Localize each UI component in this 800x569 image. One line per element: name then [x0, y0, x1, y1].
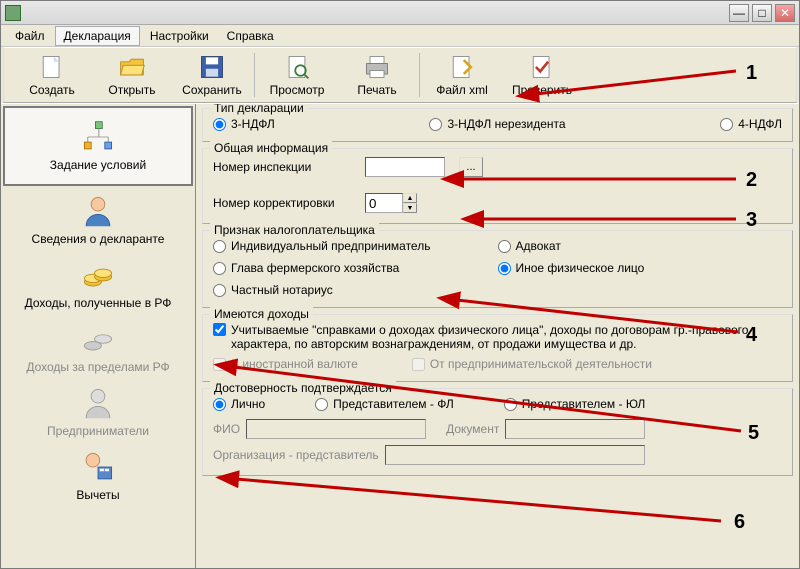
toolbar-xml[interactable]: Файл xml [422, 50, 502, 100]
open-icon [118, 53, 146, 81]
titlebar: — □ ✕ [1, 1, 799, 25]
group-legend: Имеются доходы [210, 307, 313, 321]
inspection-label: Номер инспекции [213, 160, 351, 174]
sidebar-label: Сведения о декларанте [32, 232, 165, 246]
sidebar: Задание условий Сведения о декларанте До… [1, 104, 196, 568]
preview-icon [283, 53, 311, 81]
sidebar-label: Предприниматели [47, 424, 149, 438]
check-foreign-currency[interactable]: В иностранной валюте [213, 357, 358, 371]
menu-declaration[interactable]: Декларация [55, 26, 140, 46]
group-legend: Признак налогоплательщика [210, 223, 379, 237]
tree-icon [81, 120, 115, 154]
group-legend: Общая информация [210, 141, 332, 155]
check-income-certificates[interactable]: Учитываемые "справками о доходах физичес… [213, 323, 782, 351]
menu-settings[interactable]: Настройки [142, 27, 217, 45]
toolbar-preview-label: Просмотр [270, 83, 325, 97]
sidebar-label: Доходы, полученные в РФ [25, 296, 172, 310]
group-legend: Тип декларации [210, 104, 308, 115]
print-icon [363, 53, 391, 81]
sidebar-label: Доходы за пределами РФ [26, 360, 169, 374]
xml-icon [448, 53, 476, 81]
toolbar-open[interactable]: Открыть [92, 50, 172, 100]
toolbar-save-label: Сохранить [182, 83, 242, 97]
spinner-down[interactable]: ▼ [403, 203, 417, 213]
sidebar-income-rf[interactable]: Доходы, полученные в РФ [1, 252, 195, 316]
radio-4ndfl[interactable]: 4-НДФЛ [720, 117, 782, 131]
group-legend: Достоверность подтверждается [210, 381, 396, 395]
toolbar: Создать Открыть Сохранить Просмотр Печат… [3, 47, 797, 103]
group-taxpayer: Признак налогоплательщика Индивидуальный… [202, 230, 793, 308]
sidebar-income-foreign[interactable]: Доходы за пределами РФ [1, 316, 195, 380]
correction-input[interactable] [365, 193, 403, 213]
toolbar-print[interactable]: Печать [337, 50, 417, 100]
sidebar-label: Вычеты [76, 488, 119, 502]
doc-label: Документ [446, 422, 499, 436]
close-button[interactable]: ✕ [775, 4, 795, 22]
toolbar-print-label: Печать [357, 83, 396, 97]
radio-self[interactable]: Лично [213, 397, 265, 411]
menu-file[interactable]: Файл [7, 27, 53, 45]
main-panel: Тип декларации 3-НДФЛ 3-НДФЛ нерезидента… [196, 104, 799, 568]
sidebar-deductions[interactable]: Вычеты [1, 444, 195, 508]
inspection-browse-button[interactable]: ... [459, 157, 483, 177]
radio-repr-fl[interactable]: Представителем - ФЛ [315, 397, 454, 411]
radio-ip[interactable]: Индивидуальный предприниматель [213, 239, 498, 253]
radio-farmer[interactable]: Глава фермерского хозяйства [213, 261, 498, 275]
radio-advocate[interactable]: Адвокат [498, 239, 783, 253]
group-income: Имеются доходы Учитываемые "справками о … [202, 314, 793, 382]
group-authenticity: Достоверность подтверждается Лично Предс… [202, 388, 793, 476]
doc-input [505, 419, 645, 439]
toolbar-check[interactable]: Проверить [502, 50, 582, 100]
radio-3ndfl-nonres[interactable]: 3-НДФЛ нерезидента [429, 117, 565, 131]
check-icon [528, 53, 556, 81]
sidebar-declarant[interactable]: Сведения о декларанте [1, 188, 195, 252]
person-icon [81, 194, 115, 228]
sidebar-conditions[interactable]: Задание условий [3, 106, 193, 186]
org-label: Организация - представитель [213, 448, 379, 462]
sidebar-label: Задание условий [50, 158, 146, 172]
minimize-button[interactable]: — [729, 4, 749, 22]
deduction-icon [81, 450, 115, 484]
new-icon [38, 53, 66, 81]
radio-other-person[interactable]: Иное физическое лицо [498, 261, 783, 275]
person-grey-icon [81, 386, 115, 420]
coins-grey-icon [81, 322, 115, 356]
app-icon [5, 5, 21, 21]
toolbar-new-label: Создать [29, 83, 75, 97]
inspection-input[interactable] [365, 157, 445, 177]
correction-spinner[interactable]: ▲ ▼ [365, 193, 417, 213]
toolbar-check-label: Проверить [512, 83, 572, 97]
save-icon [198, 53, 226, 81]
radio-3ndfl[interactable]: 3-НДФЛ [213, 117, 275, 131]
radio-repr-ul[interactable]: Представителем - ЮЛ [504, 397, 646, 411]
menu-help[interactable]: Справка [219, 27, 282, 45]
toolbar-preview[interactable]: Просмотр [257, 50, 337, 100]
group-declaration-type: Тип декларации 3-НДФЛ 3-НДФЛ нерезидента… [202, 108, 793, 142]
coins-icon [81, 258, 115, 292]
fio-input [246, 419, 426, 439]
sidebar-entrepreneurs[interactable]: Предприниматели [1, 380, 195, 444]
toolbar-open-label: Открыть [108, 83, 155, 97]
spinner-up[interactable]: ▲ [403, 193, 417, 203]
maximize-button[interactable]: □ [752, 4, 772, 22]
toolbar-new[interactable]: Создать [12, 50, 92, 100]
toolbar-xml-label: Файл xml [436, 83, 488, 97]
menubar: Файл Декларация Настройки Справка [1, 25, 799, 47]
fio-label: ФИО [213, 422, 240, 436]
group-general: Общая информация Номер инспекции ... Ном… [202, 148, 793, 224]
org-input [385, 445, 645, 465]
check-entrepreneur-activity[interactable]: От предпринимательской деятельности [412, 357, 652, 371]
toolbar-save[interactable]: Сохранить [172, 50, 252, 100]
radio-notary[interactable]: Частный нотариус [213, 283, 498, 297]
correction-label: Номер корректировки [213, 196, 351, 210]
